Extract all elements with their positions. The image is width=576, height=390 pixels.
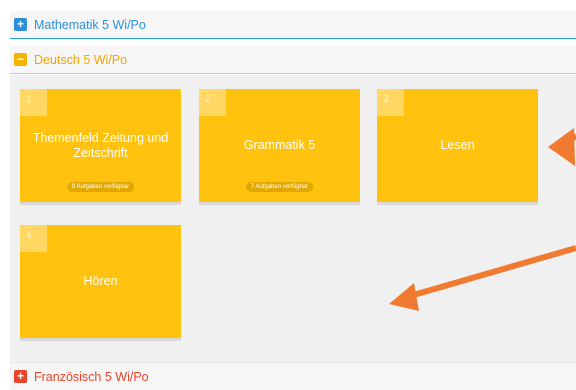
expand-plus-icon[interactable]: + <box>14 370 27 383</box>
tile-grammatik[interactable]: 2 Grammatik 5 7 Aufgaben verfügbar <box>199 89 360 202</box>
tile-themenfeld-zeitung[interactable]: 1 Themenfeld Zeitung und Zeitschrift 9 A… <box>20 89 181 202</box>
tile-lesen[interactable]: 3 Lesen <box>377 89 538 202</box>
tasks-available-badge: 9 Aufgaben verfügbar <box>66 182 135 192</box>
section-label-franzoesisch: Französisch 5 Wi/Po <box>34 369 149 384</box>
deutsch-tiles-area: 1 Themenfeld Zeitung und Zeitschrift 9 A… <box>10 75 576 362</box>
expand-plus-icon[interactable]: + <box>14 18 27 31</box>
tile-title: Hören <box>83 274 118 288</box>
collapse-minus-icon[interactable]: − <box>14 53 27 66</box>
tile-hoeren[interactable]: 4 Hören <box>20 225 181 338</box>
top-strip <box>0 0 576 10</box>
section-header-deutsch[interactable]: − Deutsch 5 Wi/Po <box>10 46 576 74</box>
tasks-available-badge: 7 Aufgaben verfügbar <box>245 182 314 192</box>
section-header-mathematik[interactable]: + Mathematik 5 Wi/Po <box>10 11 576 39</box>
section-label-mathematik: Mathematik 5 Wi/Po <box>34 17 146 32</box>
section-header-franzoesisch[interactable]: + Französisch 5 Wi/Po <box>10 362 576 390</box>
section-label-deutsch: Deutsch 5 Wi/Po <box>34 52 128 67</box>
tile-title: Lesen <box>440 138 475 152</box>
